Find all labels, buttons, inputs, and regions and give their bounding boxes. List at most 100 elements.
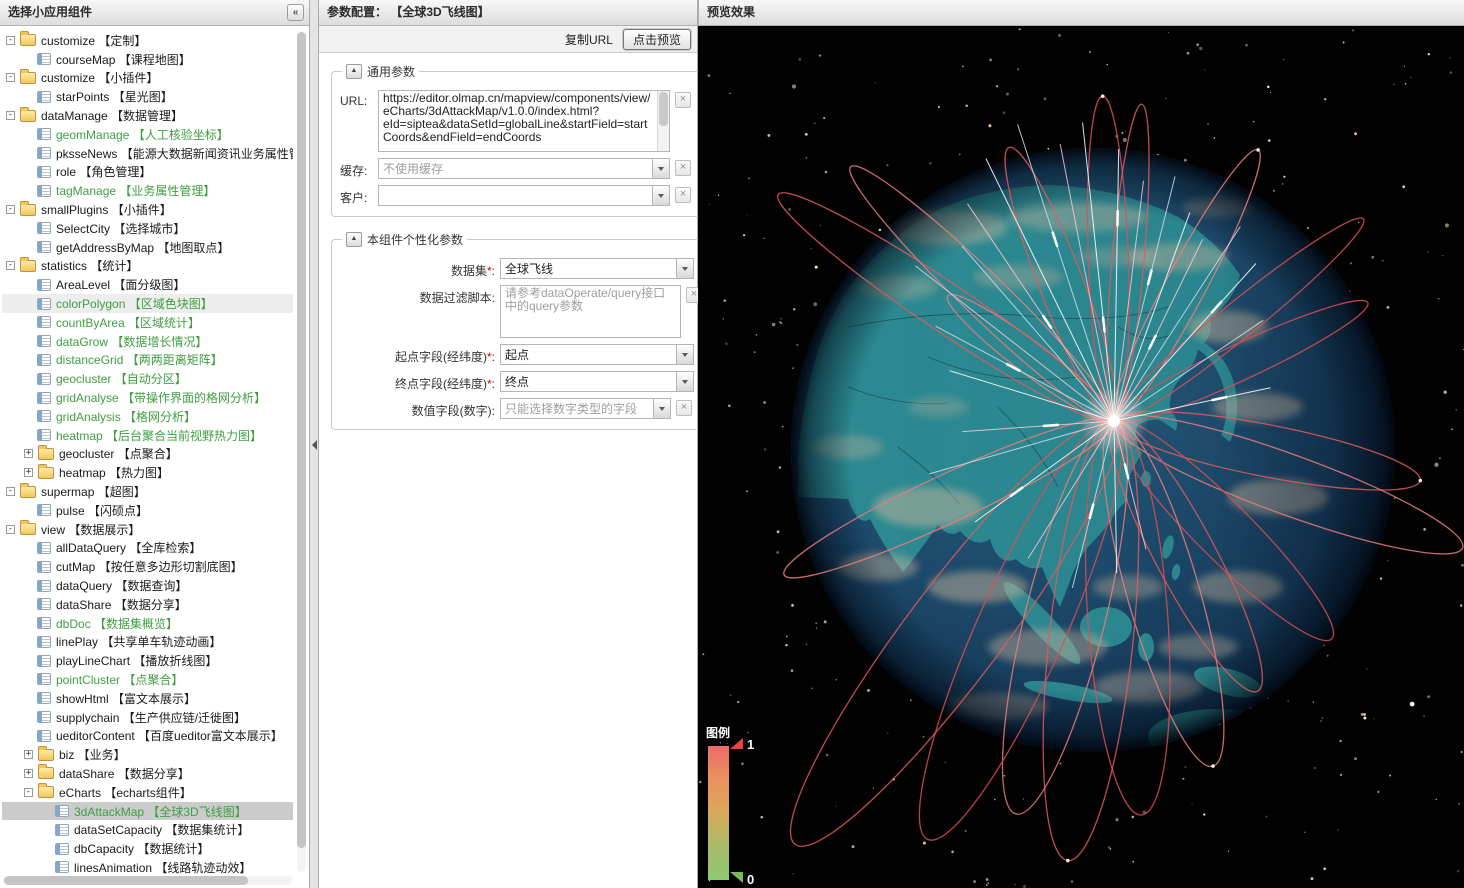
clear-value-field-button[interactable]: ×: [676, 400, 692, 416]
tree-item[interactable]: countByArea 【区域统计】: [2, 313, 293, 332]
tree-item[interactable]: pksseNews 【能源大数据新闻资讯业务属性管理】: [2, 144, 293, 163]
start-field-input[interactable]: [501, 345, 676, 364]
tree-horizontal-scrollbar[interactable]: [3, 876, 293, 885]
scrollbar-thumb[interactable]: [4, 876, 248, 885]
tree-item[interactable]: starPoints 【星光图】: [2, 87, 293, 106]
clear-client-button[interactable]: ×: [675, 187, 691, 203]
tree-expand-toggle[interactable]: +: [24, 449, 33, 458]
tree-collapse-toggle[interactable]: -: [6, 261, 15, 270]
dataset-input[interactable]: [501, 259, 676, 278]
folder-icon: [20, 72, 36, 84]
tree-item-label: heatmap 【热力图】: [59, 464, 175, 481]
dropdown-trigger-icon[interactable]: [652, 159, 669, 178]
tree-item[interactable]: courseMap 【课程地图】: [2, 50, 293, 69]
filter-script-input[interactable]: [500, 285, 681, 338]
tree-item[interactable]: gridAnalyse 【带操作界面的格网分析】: [2, 388, 293, 407]
tree-item[interactable]: playLineChart 【播放折线图】: [2, 651, 293, 670]
tree-collapse-toggle[interactable]: -: [6, 487, 15, 496]
tree-item[interactable]: dataShare 【数据分享】: [2, 595, 293, 614]
tree-item[interactable]: gridAnalysis 【格网分析】: [2, 407, 293, 426]
tree-item[interactable]: -smallPlugins 【小插件】: [2, 200, 293, 219]
copy-url-button[interactable]: 复制URL: [565, 31, 613, 48]
tree-item[interactable]: dataGrow 【数据增长情况】: [2, 332, 293, 351]
panel-splitter[interactable]: [311, 0, 318, 888]
tree-vertical-scrollbar[interactable]: [297, 31, 306, 872]
tree-item[interactable]: 3dAttackMap 【全球3D飞线图】: [2, 802, 293, 821]
tree-item[interactable]: geocluster 【自动分区】: [2, 369, 293, 388]
tree-item[interactable]: distanceGrid 【两两距离矩阵】: [2, 351, 293, 370]
tree-item[interactable]: supplychain 【生产供应链/迁徙图】: [2, 708, 293, 727]
folder-icon: [20, 34, 36, 46]
tree-collapse-toggle[interactable]: -: [6, 205, 15, 214]
url-input[interactable]: https://editor.olmap.cn/mapview/componen…: [378, 90, 670, 152]
tree-expand-toggle[interactable]: +: [24, 769, 33, 778]
tree-item[interactable]: allDataQuery 【全库检索】: [2, 539, 293, 558]
tree-expand-toggle[interactable]: +: [24, 468, 33, 477]
tree-item[interactable]: showHtml 【富文本展示】: [2, 689, 293, 708]
tree-item[interactable]: getAddressByMap 【地图取点】: [2, 238, 293, 257]
tree-item[interactable]: -statistics 【统计】: [2, 257, 293, 276]
tree-item[interactable]: -customize 【定制】: [2, 31, 293, 50]
preview-button[interactable]: 点击预览: [623, 29, 691, 50]
dropdown-trigger-icon[interactable]: [676, 259, 693, 278]
collapse-panel-button[interactable]: «: [287, 4, 304, 21]
component-tree-panel: 选择小应用组件 « -customize 【定制】courseMap 【课程地图…: [0, 0, 310, 888]
dropdown-trigger-icon[interactable]: [653, 399, 670, 418]
collapse-fieldset-icon[interactable]: ▲: [346, 64, 362, 79]
tree-item[interactable]: - supermap 【超图】: [2, 482, 293, 501]
tree-item-label: supermap 【超图】: [41, 483, 152, 500]
tree-item[interactable]: +biz 【业务】: [2, 745, 293, 764]
clear-cache-button[interactable]: ×: [675, 160, 691, 176]
tree-item[interactable]: + heatmap 【热力图】: [2, 463, 293, 482]
textarea-scrollbar[interactable]: [657, 91, 669, 151]
client-input[interactable]: [379, 186, 652, 205]
tree-collapse-toggle[interactable]: -: [6, 525, 15, 534]
tree-item[interactable]: -customize 【小插件】: [2, 69, 293, 88]
tree-item[interactable]: linePlay 【共享单车轨迹动画】: [2, 633, 293, 652]
tree-item[interactable]: heatmap 【后台聚合当前视野热力图】: [2, 426, 293, 445]
dataset-select: [500, 258, 694, 279]
legend-gradient-wrap: 1 0: [706, 746, 786, 880]
splitter-collapse-icon[interactable]: [312, 440, 317, 450]
tree-item-label: showHtml 【富文本展示】: [56, 690, 202, 707]
tree-collapse-toggle[interactable]: -: [6, 111, 15, 120]
tree-item[interactable]: pointCluster 【点聚合】: [2, 670, 293, 689]
tree-item[interactable]: -dataManage 【数据管理】: [2, 106, 293, 125]
dropdown-trigger-icon[interactable]: [676, 345, 693, 364]
tree-collapse-toggle[interactable]: -: [24, 788, 33, 797]
tree-item[interactable]: colorPolygon 【区域色块图】: [2, 294, 293, 313]
tree-item[interactable]: dataQuery 【数据查询】: [2, 576, 293, 595]
globe-preview[interactable]: 图例 1 0: [698, 27, 1464, 888]
value-field-input[interactable]: [501, 399, 653, 418]
cache-input[interactable]: [379, 159, 652, 178]
tree-item[interactable]: dbCapacity 【数据统计】: [2, 839, 293, 858]
tree-item[interactable]: +dataShare 【数据分享】: [2, 764, 293, 783]
end-field-input[interactable]: [501, 372, 676, 391]
scrollbar-thumb[interactable]: [297, 32, 306, 848]
folder-icon: [38, 749, 54, 761]
tree-item[interactable]: SelectCity 【选择城市】: [2, 219, 293, 238]
tree-item[interactable]: -eCharts 【echarts组件】: [2, 783, 293, 802]
app-window: 选择小应用组件 « -customize 【定制】courseMap 【课程地图…: [0, 0, 1464, 888]
clear-url-button[interactable]: ×: [675, 92, 691, 108]
dropdown-trigger-icon[interactable]: [676, 372, 693, 391]
tree-item[interactable]: geomManage 【人工核验坐标】: [2, 125, 293, 144]
dropdown-trigger-icon[interactable]: [652, 186, 669, 205]
tree-item[interactable]: cutMap 【按任意多边形切割底图】: [2, 557, 293, 576]
tree-collapse-toggle[interactable]: -: [6, 73, 15, 82]
tree-item[interactable]: ueditorContent 【百度ueditor富文本展示】: [2, 726, 293, 745]
tree-item[interactable]: +geocluster 【点聚合】: [2, 445, 293, 464]
collapse-fieldset-icon[interactable]: ▲: [346, 232, 362, 247]
scrollbar-thumb[interactable]: [659, 92, 668, 126]
tree-item[interactable]: AreaLevel 【面分级图】: [2, 275, 293, 294]
tree-item[interactable]: role 【角色管理】: [2, 163, 293, 182]
tree-item[interactable]: -view 【数据展示】: [2, 520, 293, 539]
tree-item[interactable]: tagManage 【业务属性管理】: [2, 181, 293, 200]
tree-item[interactable]: dataSetCapacity 【数据集统计】: [2, 820, 293, 839]
globe-scene: [698, 27, 1464, 888]
tree-item[interactable]: pulse 【闪硕点】: [2, 501, 293, 520]
tree-item[interactable]: dbDoc 【数据集概览】: [2, 614, 293, 633]
tree-expand-toggle[interactable]: +: [24, 750, 33, 759]
tree-collapse-toggle[interactable]: -: [6, 36, 15, 45]
tree-item[interactable]: linesAnimation 【线路轨迹动效】: [2, 858, 293, 877]
